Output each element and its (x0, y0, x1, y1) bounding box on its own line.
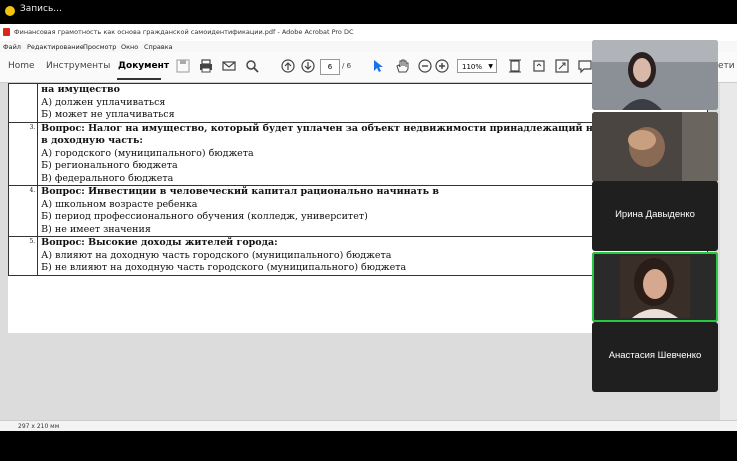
hand-tool-icon[interactable] (394, 58, 410, 74)
zoom-value: 110% (462, 63, 483, 71)
page-up-icon[interactable] (280, 58, 296, 74)
acrobat-icon (3, 28, 10, 36)
save-icon[interactable] (175, 58, 191, 74)
participant-video (592, 40, 718, 110)
participant-video (592, 112, 718, 182)
fit-page-icon[interactable] (507, 58, 523, 74)
page-size: 297 x 210 мм (18, 423, 60, 430)
participant-tile[interactable]: Ирина Давыденко (592, 181, 718, 251)
comment-icon[interactable] (577, 58, 593, 74)
vertical-scrollbar[interactable] (720, 83, 737, 420)
participant-tile-speaking[interactable] (592, 252, 718, 322)
menu-help[interactable]: Справка (144, 43, 173, 51)
participant-name: Анастасия Шевченко (608, 350, 702, 361)
menu-window[interactable]: Окно (121, 43, 138, 51)
participant-tile[interactable]: Анастасия Шевченко (592, 322, 718, 392)
row-number: 3. (7, 121, 39, 186)
tab-document[interactable]: Документ (118, 61, 169, 71)
page-total: / 6 (342, 62, 352, 70)
page-down-icon[interactable] (300, 58, 316, 74)
video-panel: Ирина Давыденко Анастасия Шевченко (592, 40, 718, 392)
menu-edit[interactable]: Редактирование (27, 43, 84, 51)
zoom-select[interactable]: 110% ▼ (457, 59, 497, 73)
page-number-input[interactable]: 6 (320, 59, 340, 75)
recording-label: Запись... (20, 4, 62, 14)
row-number (7, 83, 39, 123)
menu-file[interactable]: Файл (3, 43, 21, 51)
zoom-out-icon[interactable] (417, 58, 433, 74)
select-cursor-icon[interactable] (370, 58, 386, 74)
active-tab-indicator (117, 78, 161, 80)
mail-icon[interactable] (221, 58, 237, 74)
window-title: Финансовая грамотность как основа гражда… (14, 28, 354, 36)
fullscreen-icon[interactable] (554, 58, 570, 74)
print-icon[interactable] (198, 58, 214, 74)
tab-home[interactable]: Home (8, 61, 35, 71)
zoom-in-icon[interactable] (434, 58, 450, 74)
search-icon[interactable] (244, 58, 260, 74)
participant-video (592, 252, 718, 322)
row-number: 5. (7, 236, 39, 276)
tab-tools[interactable]: Инструменты (46, 61, 110, 71)
participant-tile[interactable] (592, 40, 718, 110)
participant-tile[interactable] (592, 112, 718, 182)
meeting-bottom-bar (0, 431, 737, 461)
tab-right-partial[interactable]: ети (718, 61, 735, 71)
recording-icon (5, 6, 15, 16)
row-number: 4. (7, 185, 39, 237)
recording-bar: Запись... (0, 0, 737, 22)
rotate-page-icon[interactable] (531, 58, 547, 74)
title-bar: Финансовая грамотность как основа гражда… (0, 24, 737, 41)
participant-name: Ирина Давыденко (615, 209, 695, 220)
chevron-down-icon: ▼ (488, 63, 493, 70)
menu-view[interactable]: Просмотр (83, 43, 116, 51)
